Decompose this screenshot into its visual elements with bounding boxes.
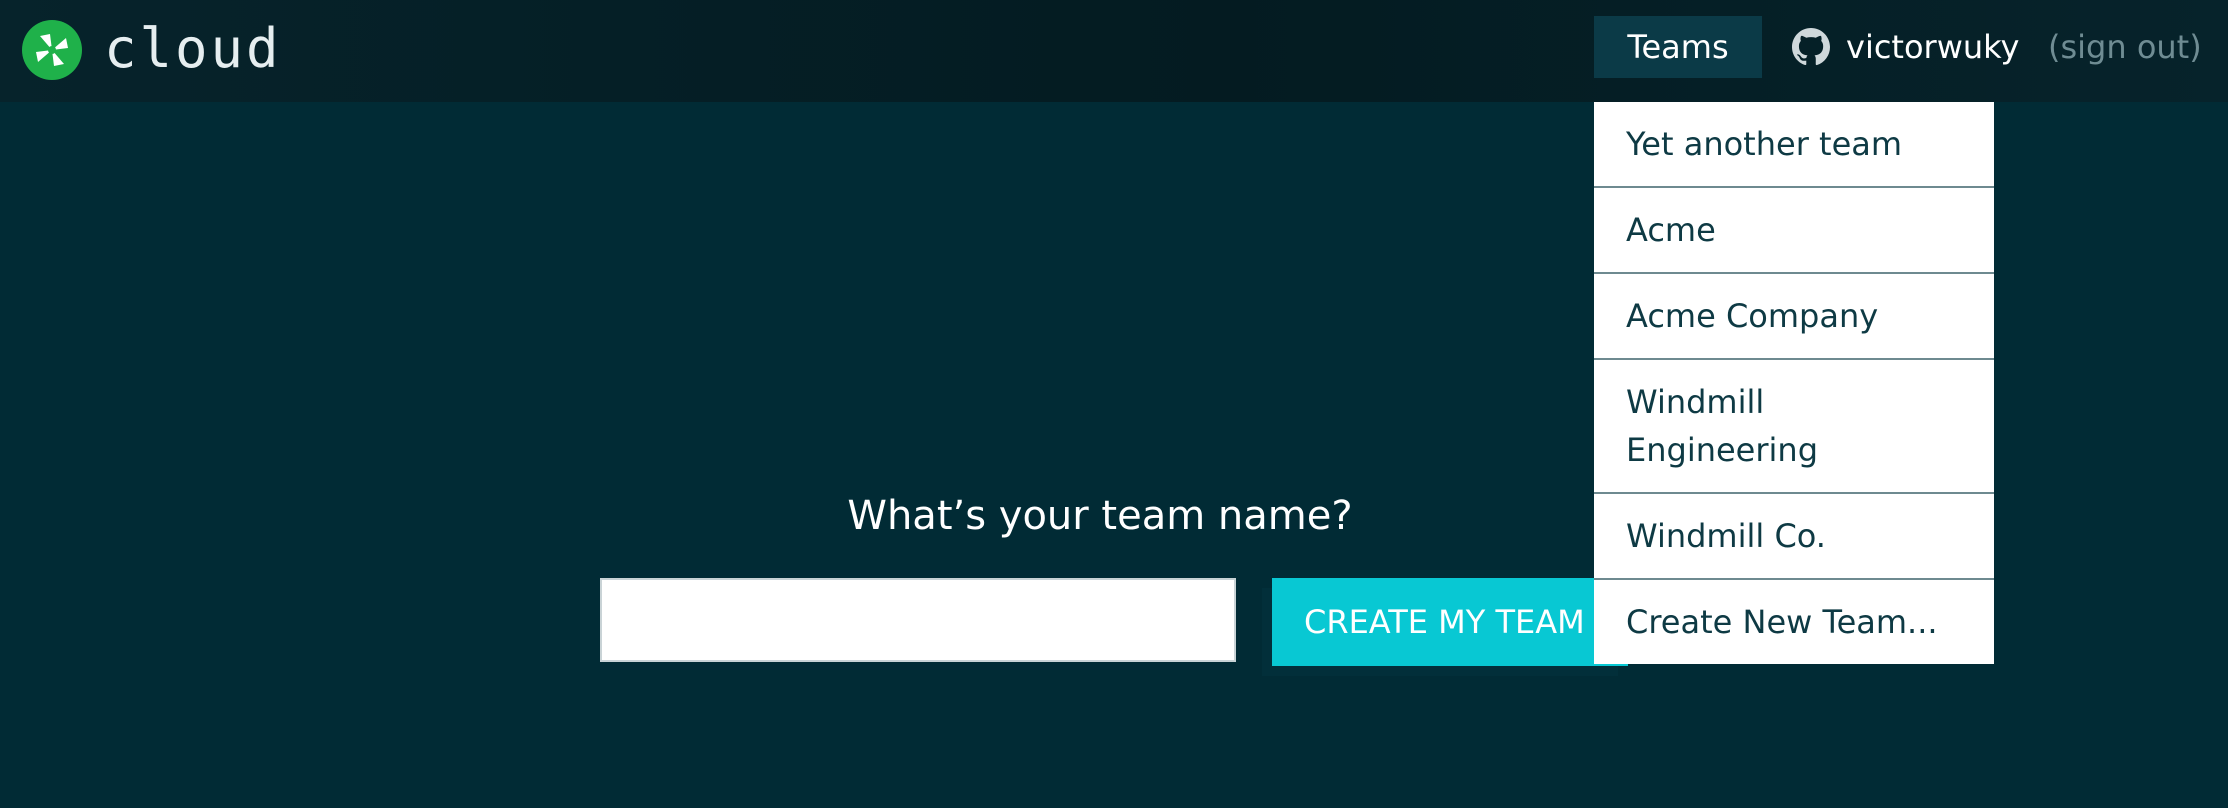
brand-name[interactable]: cloud [104, 14, 282, 84]
team-name-question: What’s your team name? [847, 493, 1353, 539]
sign-out-link[interactable]: (sign out) [2048, 16, 2202, 78]
teams-dropdown-menu: Yet another team Acme Acme Company Windm… [1594, 102, 1994, 664]
teams-dropdown-item[interactable]: Acme [1594, 188, 1994, 274]
github-icon [1792, 28, 1830, 66]
teams-menu-button[interactable]: Teams [1594, 16, 1762, 78]
windmill-logo-icon[interactable] [22, 20, 82, 80]
team-name-input[interactable] [600, 578, 1236, 662]
top-navigation-bar: cloud Teams victorwuky (sign out) [0, 0, 2228, 102]
username-label: victorwuky [1846, 28, 2020, 66]
teams-dropdown-item[interactable]: Windmill Engineering [1594, 360, 1994, 494]
teams-dropdown-item[interactable]: Windmill Co. [1594, 494, 1994, 580]
teams-dropdown-item[interactable]: Acme Company [1594, 274, 1994, 360]
create-team-button[interactable]: CREATE MY TEAM [1272, 578, 1628, 666]
teams-dropdown-item[interactable]: Yet another team [1594, 102, 1994, 188]
page: cloud Teams victorwuky (sign out) What’s… [0, 0, 2228, 808]
create-new-team-item[interactable]: Create New Team... [1594, 580, 1994, 664]
